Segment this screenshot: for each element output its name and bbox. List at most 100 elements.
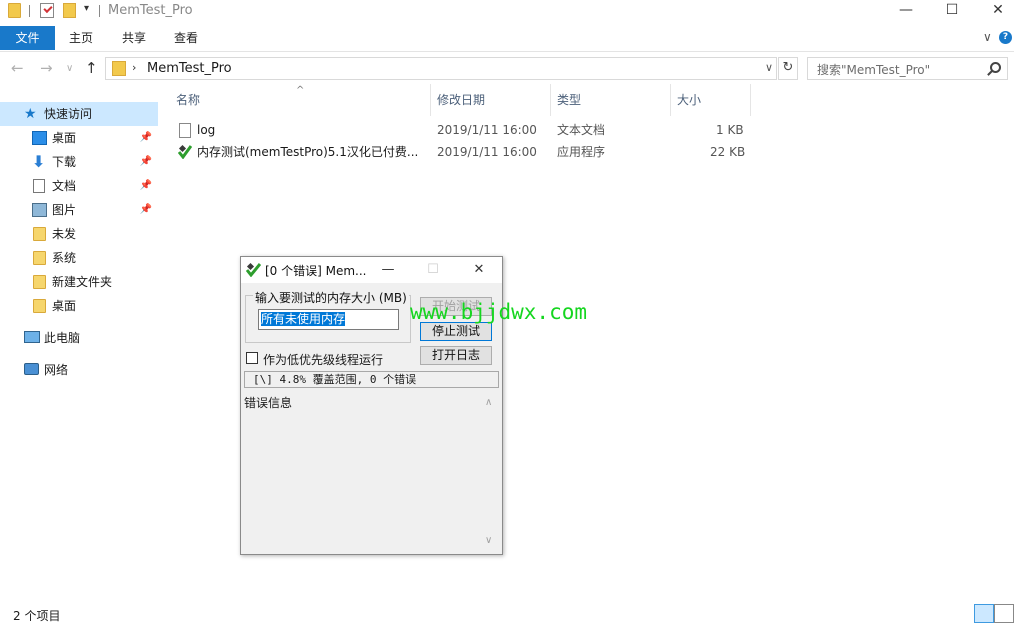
help-icon[interactable]: ? [999,31,1012,44]
pin-icon[interactable]: 📌 [140,174,152,198]
memory-size-value: 所有未使用内存 [261,312,346,326]
folder-icon[interactable] [8,3,21,18]
sidebar-item-label: 此电脑 [44,331,81,345]
navigation-pane: ★ 快速访问 桌面 📌 ⬇ 下载 📌 文档 📌 图片 📌 未发 系统 新建文件夹… [0,98,158,598]
new-folder-icon[interactable] [63,3,76,18]
sidebar-item-network[interactable]: 网络 [0,358,158,382]
scroll-up-icon[interactable]: ∧ [485,397,492,408]
file-row[interactable]: log 2019/1/11 16:00 文本文档 1 KB [160,119,780,141]
forward-arrow-icon[interactable]: → [40,59,53,77]
dialog-title-bar[interactable]: [0 个错误] Mem... — ☐ ✕ [241,257,502,283]
file-type: 文本文档 [557,123,606,137]
sidebar-item-desktop[interactable]: 桌面 📌 [0,126,158,150]
document-icon [33,179,45,193]
low-priority-checkbox[interactable] [246,352,258,364]
sidebar-item-downloads[interactable]: ⬇ 下载 📌 [0,150,158,174]
sidebar-item-label: 快速访问 [44,107,93,121]
file-type: 应用程序 [557,145,606,159]
sidebar-item-label: 系统 [52,251,77,265]
memory-size-input[interactable]: 所有未使用内存 [258,309,399,330]
folder-icon [33,227,46,241]
column-header-modified[interactable]: 修改日期 [421,84,541,116]
sidebar-item-documents[interactable]: 文档 📌 [0,174,158,198]
breadcrumb[interactable]: MemTest_Pro [147,61,232,76]
sidebar-item-label: 图片 [52,203,77,217]
file-modified: 2019/1/11 16:00 [437,123,537,137]
details-view-icon[interactable] [974,604,994,623]
star-icon: ★ [24,106,37,122]
error-log-scrollbar[interactable]: ∧ ∨ [482,394,499,552]
error-info-label: 错误信息 [244,396,293,410]
column-divider[interactable] [750,84,751,116]
recent-locations-chevron-icon[interactable]: ∨ [66,63,73,74]
watermark: www.bjjdwx.com [410,300,588,324]
tab-share[interactable]: 共享 [108,26,160,50]
up-arrow-icon[interactable]: ↑ [85,59,98,77]
address-bar[interactable]: › MemTest_Pro ∨ [105,57,777,80]
test-progress: [\] 4.8% 覆盖范围, 0 个错误 [244,371,499,388]
title-bar: ▾ MemTest_Pro — ☐ ✕ [0,0,1014,24]
sidebar-item-label: 桌面 [52,299,77,313]
divider [29,5,30,17]
refresh-button[interactable]: ↻ [778,57,798,80]
divider [99,5,100,17]
sidebar-item-label: 新建文件夹 [52,275,113,289]
sidebar-item-weifa[interactable]: 未发 [0,222,158,246]
low-priority-label: 作为低优先级线程运行 [263,353,384,367]
item-count: 2 个项目 [13,609,61,623]
file-row[interactable]: 内存测试(memTestPro)5.1汉化已付费... 2019/1/11 16… [160,141,780,163]
maximize-button[interactable]: ☐ [929,0,975,22]
dialog-minimize-button[interactable]: — [368,260,408,280]
column-header-size[interactable]: 大小 [661,84,741,116]
search-input[interactable]: 搜索"MemTest_Pro" [807,57,1008,80]
large-icons-view-icon[interactable] [994,604,1014,623]
network-icon [24,363,39,375]
file-size: 1 KB [716,123,744,137]
sidebar-item-new-folder[interactable]: 新建文件夹 [0,270,158,294]
pin-icon[interactable]: 📌 [140,150,152,174]
desktop-icon [32,131,47,145]
customize-quick-access-chevron-icon[interactable]: ▾ [84,3,89,14]
scroll-down-icon[interactable]: ∨ [485,535,492,546]
tab-home[interactable]: 主页 [55,26,107,50]
sidebar-item-label: 网络 [44,363,69,377]
dialog-close-button[interactable]: ✕ [459,260,499,280]
search-icon[interactable] [990,62,1001,73]
address-history-chevron-icon[interactable]: ∨ [765,61,773,74]
tab-view[interactable]: 查看 [160,26,212,50]
error-log-area[interactable]: 错误信息 ∧ ∨ [244,394,499,552]
dialog-maximize-button: ☐ [427,262,439,277]
minimize-button[interactable]: — [883,0,929,22]
column-header-name[interactable]: 名称 [160,84,430,116]
window-title: MemTest_Pro [108,3,193,18]
file-name: 内存测试(memTestPro)5.1汉化已付费... [197,145,419,159]
memory-size-label: 输入要测试的内存大小 (MB) [253,289,409,306]
sidebar-item-pictures[interactable]: 图片 📌 [0,198,158,222]
sidebar-item-label: 下载 [52,155,77,169]
memtest-app-icon [246,262,261,277]
tab-file[interactable]: 文件 [0,26,55,50]
download-icon: ⬇ [32,152,46,171]
back-arrow-icon[interactable]: ← [11,59,24,77]
sidebar-item-this-pc[interactable]: 此电脑 [0,326,158,350]
sidebar-item-desktop-folder[interactable]: 桌面 [0,294,158,318]
chevron-right-icon[interactable]: › [132,61,136,74]
picture-icon [32,203,47,217]
open-log-button[interactable]: 打开日志 [420,346,492,365]
navigation-bar: ← → ∨ ↑ › MemTest_Pro ∨ ↻ 搜索"MemTest_Pro… [0,52,1014,84]
stop-test-button[interactable]: 停止测试 [420,322,492,341]
sidebar-item-label: 桌面 [52,131,77,145]
close-button[interactable]: ✕ [975,0,1014,22]
expand-ribbon-chevron-icon[interactable]: ∨ [983,30,992,44]
pin-icon[interactable]: 📌 [140,126,152,150]
memtest-app-icon [178,144,192,159]
folder-icon [33,251,46,265]
column-header-type[interactable]: 类型 [541,84,661,116]
ribbon: 文件 主页 共享 查看 ∨ ? [0,24,1014,52]
dialog-title: [0 个错误] Mem... [265,264,367,278]
pin-icon[interactable]: 📌 [140,198,152,222]
sidebar-item-quick-access[interactable]: ★ 快速访问 [0,102,158,126]
properties-icon[interactable] [40,3,54,18]
text-file-icon [179,123,191,138]
sidebar-item-system[interactable]: 系统 [0,246,158,270]
